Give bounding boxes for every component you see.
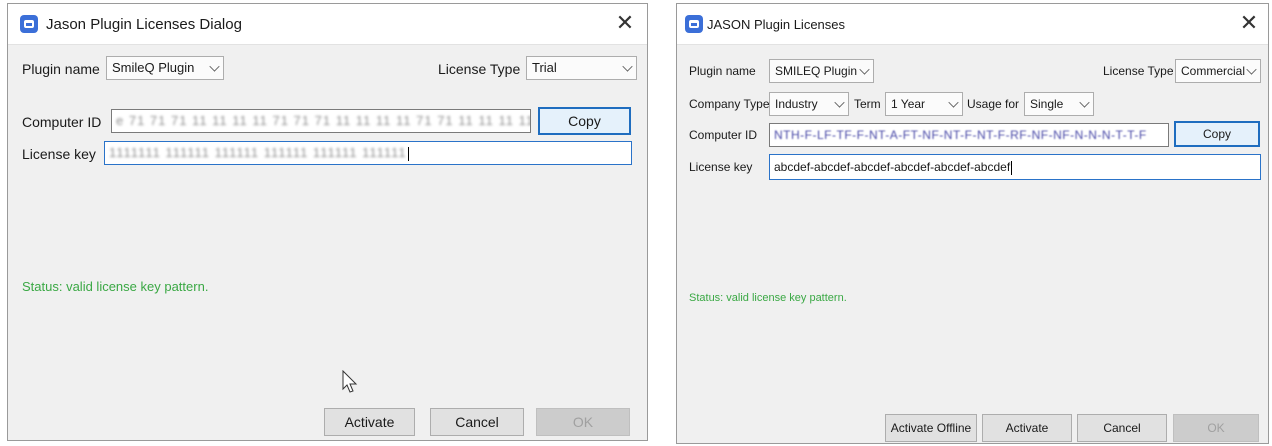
- chevron-down-icon: [859, 64, 870, 75]
- plugin-name-select[interactable]: SmileQ Plugin: [106, 56, 224, 80]
- license-key-value: abcdef-abcdef-abcdef-abcdef-abcdef-abcde…: [774, 160, 1011, 174]
- ok-button[interactable]: OK: [1173, 414, 1259, 442]
- company-type-select[interactable]: Industry: [769, 92, 849, 116]
- computer-id-label: Computer ID: [22, 114, 102, 130]
- usage-for-label: Usage for: [967, 97, 1020, 111]
- computer-id-value: e 71 71 71 11 11 11 11 71 71 71 11 11 11…: [116, 113, 531, 128]
- text-caret: [1011, 160, 1013, 175]
- plugin-name-value: SMILEQ Plugin: [775, 64, 858, 78]
- activate-offline-button[interactable]: Activate Offline: [885, 414, 977, 442]
- app-logo-icon: [685, 15, 703, 33]
- text-caret: [407, 146, 409, 161]
- chevron-down-icon: [948, 97, 959, 108]
- copy-button[interactable]: Copy: [538, 107, 631, 135]
- computer-id-field[interactable]: NTH-F-LF-TF-F-NT-A-FT-NF-NT-F-NT-F-RF-NF…: [769, 123, 1169, 147]
- license-key-label: License key: [689, 160, 753, 174]
- company-type-value: Industry: [775, 97, 818, 111]
- plugin-name-label: Plugin name: [22, 61, 100, 77]
- copy-button[interactable]: Copy: [1174, 121, 1260, 147]
- computer-id-value: NTH-F-LF-TF-F-NT-A-FT-NF-NT-F-NT-F-RF-NF…: [774, 128, 1147, 142]
- right-title-bar: JASON Plugin Licenses ✕: [677, 4, 1268, 45]
- plugin-name-value: SmileQ Plugin: [112, 60, 195, 75]
- status-message: Status: valid license key pattern.: [689, 292, 847, 304]
- chevron-down-icon: [209, 61, 220, 72]
- license-key-field[interactable]: abcdef-abcdef-abcdef-abcdef-abcdef-abcde…: [769, 154, 1261, 180]
- company-type-label: Company Type: [689, 97, 770, 111]
- right-license-dialog: JASON Plugin Licenses ✕ Plugin name SMIL…: [676, 3, 1269, 444]
- chevron-down-icon: [834, 97, 845, 108]
- usage-for-value: Single: [1030, 97, 1064, 111]
- plugin-name-select[interactable]: SMILEQ Plugin: [769, 59, 874, 83]
- left-license-dialog: Jason Plugin Licenses Dialog ✕ Plugin na…: [7, 3, 648, 441]
- license-type-label: License Type: [1103, 64, 1174, 78]
- computer-id-label: Computer ID: [689, 128, 758, 142]
- license-key-label: License key: [22, 146, 96, 162]
- mouse-pointer-icon: [342, 370, 358, 393]
- status-message: Status: valid license key pattern.: [22, 279, 209, 294]
- term-label: Term: [854, 97, 881, 111]
- left-dialog-title: Jason Plugin Licenses Dialog: [46, 16, 242, 33]
- term-select[interactable]: 1 Year: [885, 92, 963, 116]
- license-type-select[interactable]: Commercial: [1175, 59, 1261, 83]
- cancel-button[interactable]: Cancel: [1077, 414, 1167, 442]
- term-value: 1 Year: [891, 97, 926, 111]
- license-type-label: License Type: [438, 61, 521, 77]
- license-type-value: Commercial: [1181, 64, 1246, 78]
- chevron-down-icon: [1246, 64, 1257, 75]
- license-key-field[interactable]: 1111111 111111 111111 111111 111111 1111…: [104, 141, 632, 165]
- close-icon[interactable]: ✕: [1235, 10, 1263, 36]
- close-icon[interactable]: ✕: [611, 10, 639, 36]
- chevron-down-icon: [622, 61, 633, 72]
- app-logo-icon: [20, 15, 38, 33]
- ok-button[interactable]: OK: [536, 408, 630, 436]
- activate-button[interactable]: Activate: [982, 414, 1072, 442]
- usage-for-select[interactable]: Single: [1024, 92, 1094, 116]
- chevron-down-icon: [1079, 97, 1090, 108]
- activate-button[interactable]: Activate: [324, 408, 415, 436]
- computer-id-field[interactable]: e 71 71 71 11 11 11 11 71 71 71 11 11 11…: [111, 109, 531, 133]
- right-dialog-title: JASON Plugin Licenses: [707, 17, 846, 32]
- license-type-select[interactable]: Trial: [526, 56, 637, 80]
- plugin-name-label: Plugin name: [689, 64, 756, 78]
- license-type-value: Trial: [532, 60, 557, 75]
- left-title-bar: Jason Plugin Licenses Dialog ✕: [8, 4, 647, 45]
- license-key-value: 1111111 111111 111111 111111 111111 1111…: [109, 145, 407, 160]
- cancel-button[interactable]: Cancel: [430, 408, 524, 436]
